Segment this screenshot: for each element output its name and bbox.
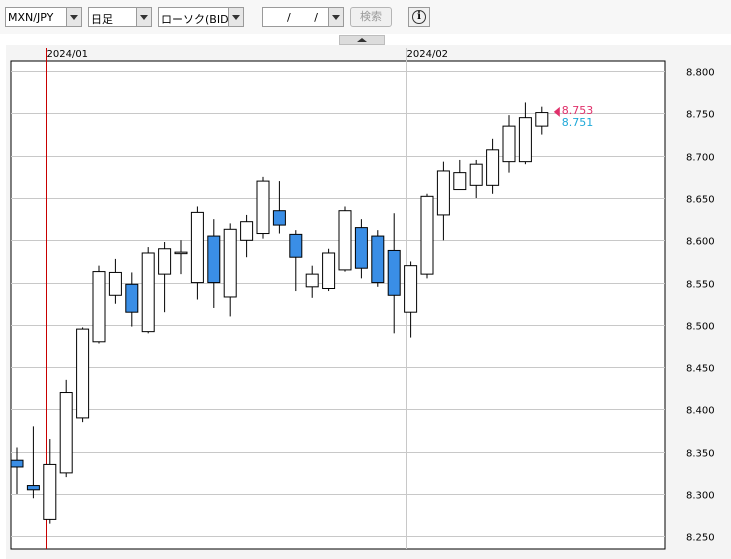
candle-body bbox=[256, 180, 270, 235]
candle bbox=[76, 327, 90, 423]
y-tick-label: 8.750 bbox=[686, 110, 715, 121]
candle-body bbox=[436, 170, 450, 216]
y-tick-label: 8.450 bbox=[686, 364, 715, 375]
candle-body bbox=[305, 273, 319, 288]
candle-body bbox=[354, 227, 368, 269]
candle-body bbox=[371, 235, 385, 284]
candle-body bbox=[223, 228, 237, 298]
candle bbox=[92, 265, 106, 344]
candle-body bbox=[174, 251, 188, 255]
candle bbox=[371, 230, 385, 287]
y-tick-label: 8.500 bbox=[686, 322, 715, 333]
candle-body bbox=[502, 125, 516, 163]
y-tick-label: 8.250 bbox=[686, 533, 715, 544]
candle bbox=[141, 247, 155, 334]
y-tick-label: 8.600 bbox=[686, 237, 715, 248]
y-tick-label: 8.650 bbox=[686, 195, 715, 206]
candle-body bbox=[158, 248, 172, 275]
candle-body bbox=[387, 249, 401, 296]
candle-body bbox=[404, 265, 418, 313]
x-month-label: 2024/01 bbox=[47, 49, 89, 60]
plot-area bbox=[10, 60, 666, 550]
candle-body bbox=[272, 210, 286, 226]
candlestick-chart: 8.800 8.750 8.700 8.650 8.600 8.550 8.500 8.450… bbox=[6, 45, 731, 559]
candle bbox=[256, 176, 270, 239]
candle-body bbox=[338, 210, 352, 271]
candle-body bbox=[108, 271, 122, 296]
candle-body bbox=[141, 252, 155, 333]
candle-body bbox=[289, 233, 303, 258]
candle-body bbox=[535, 112, 549, 127]
candle-body bbox=[190, 211, 204, 284]
candle-body bbox=[207, 235, 221, 284]
candle-body bbox=[59, 392, 73, 474]
candle-body bbox=[92, 271, 106, 343]
candle-body bbox=[10, 459, 24, 468]
candle-body bbox=[26, 485, 40, 491]
candle-body bbox=[76, 328, 90, 419]
y-tick-label: 8.300 bbox=[686, 491, 715, 502]
candle bbox=[322, 248, 336, 292]
candle-body bbox=[43, 463, 57, 520]
y-tick-label: 8.700 bbox=[686, 153, 715, 164]
current-price-bid: 8.751 bbox=[562, 116, 594, 129]
candle bbox=[420, 193, 434, 279]
y-tick-label: 8.550 bbox=[686, 280, 715, 291]
candle-body bbox=[453, 172, 467, 191]
x-month-label: 2024/02 bbox=[407, 49, 449, 60]
candle-body bbox=[125, 283, 139, 313]
candle-body bbox=[486, 149, 500, 186]
candle-body bbox=[322, 252, 336, 290]
y-tick-label: 8.800 bbox=[686, 68, 715, 79]
candle bbox=[338, 206, 352, 272]
candle-body bbox=[240, 221, 254, 241]
candle-body bbox=[518, 117, 532, 163]
y-tick-label: 8.400 bbox=[686, 406, 715, 417]
candle-body bbox=[469, 163, 483, 186]
y-tick-label: 8.350 bbox=[686, 449, 715, 460]
candle bbox=[59, 379, 73, 478]
candle-body bbox=[420, 195, 434, 275]
